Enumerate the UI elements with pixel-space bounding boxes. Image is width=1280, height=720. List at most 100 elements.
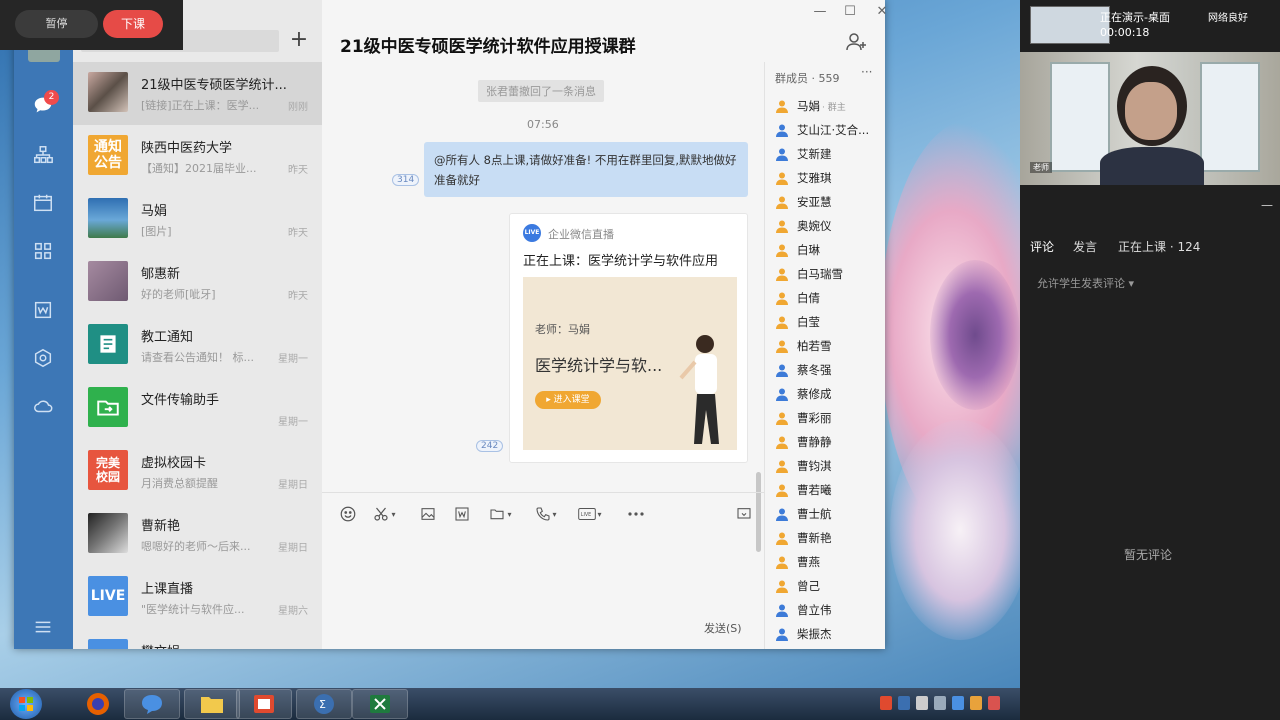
start-button[interactable] — [10, 689, 42, 719]
member-row[interactable]: 曹燕 — [775, 551, 820, 573]
member-row[interactable]: 安亚慧 — [775, 191, 832, 213]
member-name: 白倩 — [797, 291, 820, 305]
send-button[interactable]: 发送(S) — [704, 620, 742, 636]
member-row[interactable]: 艾山江·艾合... — [775, 119, 869, 141]
member-row[interactable]: 曹士航 — [775, 503, 832, 525]
tray-help-icon[interactable] — [898, 696, 910, 710]
folder-icon[interactable]: ▾ — [488, 503, 512, 525]
tray-settings-icon[interactable] — [934, 696, 946, 710]
member-row[interactable]: 白琳 — [775, 239, 820, 261]
tray-ime-icon[interactable] — [880, 696, 892, 710]
comment-permission-select[interactable]: 允许学生发表评论 ▾ — [1037, 275, 1134, 291]
chat-name: 陕西中医药大学 — [141, 141, 233, 156]
workbench-icon[interactable] — [30, 238, 56, 264]
nav-sidebar: 2 — [14, 0, 73, 649]
tab-comments[interactable]: 评论 — [1030, 238, 1054, 255]
member-row[interactable]: 柴振杰 — [775, 623, 832, 645]
member-row[interactable]: 艾雅琪 — [775, 167, 832, 189]
read-count[interactable]: 242 — [476, 440, 504, 452]
screenshot-icon[interactable]: ▾ — [372, 503, 396, 525]
chat-item[interactable]: LIVE 上课直播 "医学统计与软件应... 星期六 — [73, 566, 322, 629]
add-button[interactable]: + — [288, 29, 310, 53]
member-row[interactable]: 曹彩丽 — [775, 407, 832, 429]
live-card[interactable]: LIVE 企业微信直播 正在上课：医学统计学与软件应用 老师：马娟 医学统计学与… — [509, 213, 748, 463]
member-row[interactable]: 柏若雪 — [775, 335, 832, 357]
member-row[interactable]: 白莹 — [775, 311, 820, 333]
panel-minimize-button[interactable]: — — [1261, 198, 1273, 212]
image-icon[interactable] — [416, 503, 440, 525]
doc-icon[interactable] — [450, 503, 474, 525]
member-name: 曹彩丽 — [797, 411, 832, 425]
chat-history-icon[interactable] — [732, 503, 756, 525]
app-ec-icon[interactable] — [236, 689, 292, 719]
svg-text:Σ: Σ — [319, 698, 326, 711]
live-icon: LIVE — [523, 224, 541, 242]
tray-mic-icon[interactable] — [916, 696, 928, 710]
chat-time: 星期日 — [278, 480, 308, 491]
read-count[interactable]: 314 — [392, 174, 420, 186]
maximize-button[interactable]: ☐ — [842, 4, 858, 19]
member-row[interactable]: 曹新艳 — [775, 527, 832, 549]
cloud-icon[interactable] — [30, 393, 56, 419]
end-class-button[interactable]: 下课 — [103, 10, 163, 38]
person-icon — [776, 436, 788, 449]
member-more-button[interactable]: ··· — [861, 65, 872, 79]
chat-item[interactable]: 郇惠新 好的老师[呲牙] 昨天 — [73, 251, 322, 314]
tray-network-icon[interactable] — [952, 696, 964, 710]
tray-app-icon[interactable] — [988, 696, 1000, 710]
group-avatar — [88, 72, 128, 112]
member-row[interactable]: 马娟 · 群主 — [775, 95, 846, 117]
chat-name: 文件传输助手 — [141, 393, 220, 408]
member-row[interactable]: 曹若曦 — [775, 479, 832, 501]
pause-button[interactable]: 暂停 — [15, 10, 98, 38]
menu-icon[interactable] — [30, 614, 56, 640]
chat-item[interactable]: 通知公告 陕西中医药大学 【通知】2021届毕业... 昨天 — [73, 125, 322, 188]
network-status: 网络良好 — [1208, 13, 1248, 24]
explorer-icon[interactable] — [184, 689, 240, 719]
calendar-icon[interactable] — [30, 190, 56, 216]
more-icon[interactable] — [624, 503, 648, 525]
minimize-button[interactable]: — — [812, 4, 828, 19]
live-icon[interactable]: LIVE ▾ — [578, 503, 602, 525]
phone-icon[interactable]: ▾ — [534, 503, 558, 525]
tab-speak[interactable]: 发言 — [1073, 238, 1097, 255]
system-tray — [880, 696, 1000, 710]
chat-time: 昨天 — [288, 165, 308, 176]
member-row[interactable]: 艾新建 — [775, 143, 832, 165]
chat-preview: "医学统计与软件应... — [141, 603, 245, 616]
firefox-icon[interactable] — [70, 689, 126, 719]
empty-comments: 暂无评论 — [1124, 548, 1173, 562]
tab-attendees[interactable]: 正在上课 · 124 — [1118, 238, 1200, 255]
chat-item[interactable]: 曹新艳 嗯嗯好的老师～后来... 星期日 — [73, 503, 322, 566]
emoji-icon[interactable] — [336, 503, 360, 525]
member-row[interactable]: 白马瑞雪 — [775, 263, 843, 285]
wecom-taskbar-icon[interactable] — [124, 689, 180, 719]
chat-name: 上课直播 — [141, 582, 194, 597]
tray-search-icon[interactable] — [970, 696, 982, 710]
chat-item[interactable]: 教工通知 请查看公告通知！ 标... 星期一 — [73, 314, 322, 377]
close-button[interactable]: ✕ — [874, 4, 890, 19]
member-row[interactable]: 白倩 — [775, 287, 820, 309]
member-row[interactable]: 蔡修成 — [775, 383, 832, 405]
chat-item[interactable]: 马娟 [图片] 昨天 — [73, 188, 322, 251]
excel-icon[interactable] — [352, 689, 408, 719]
chat-item[interactable]: 完美校园 虚拟校园卡 月消费总额提醒 星期日 — [73, 440, 322, 503]
apps-icon[interactable] — [30, 345, 56, 371]
member-row[interactable]: 曾立伟 — [775, 599, 832, 621]
chat-item[interactable]: 21级中医专硕医学统计... [链接]正在上课：医学... 刚刚 — [73, 62, 322, 125]
member-row[interactable]: 曹静静 — [775, 431, 832, 453]
chat-name: 樊文娟 — [141, 641, 291, 649]
member-row[interactable]: 蔡冬强 — [775, 359, 832, 381]
docs-icon[interactable] — [30, 297, 56, 323]
add-member-icon[interactable] — [844, 30, 868, 54]
sigma-app-icon[interactable]: Σ — [296, 689, 352, 719]
person-icon — [776, 460, 788, 473]
contacts-icon[interactable] — [30, 142, 56, 168]
live-control-bar: 暂停 下课 — [0, 0, 183, 50]
member-row[interactable]: 曹钧淇 — [775, 455, 832, 477]
member-row[interactable]: 奥婉仪 — [775, 215, 832, 237]
enter-class-button[interactable]: ▸ 进入课堂 — [535, 391, 601, 409]
chat-item[interactable]: 樊文娟 — [73, 629, 322, 649]
member-row[interactable]: 曾己 — [775, 575, 820, 597]
chat-item[interactable]: 文件传输助手 星期一 — [73, 377, 322, 440]
